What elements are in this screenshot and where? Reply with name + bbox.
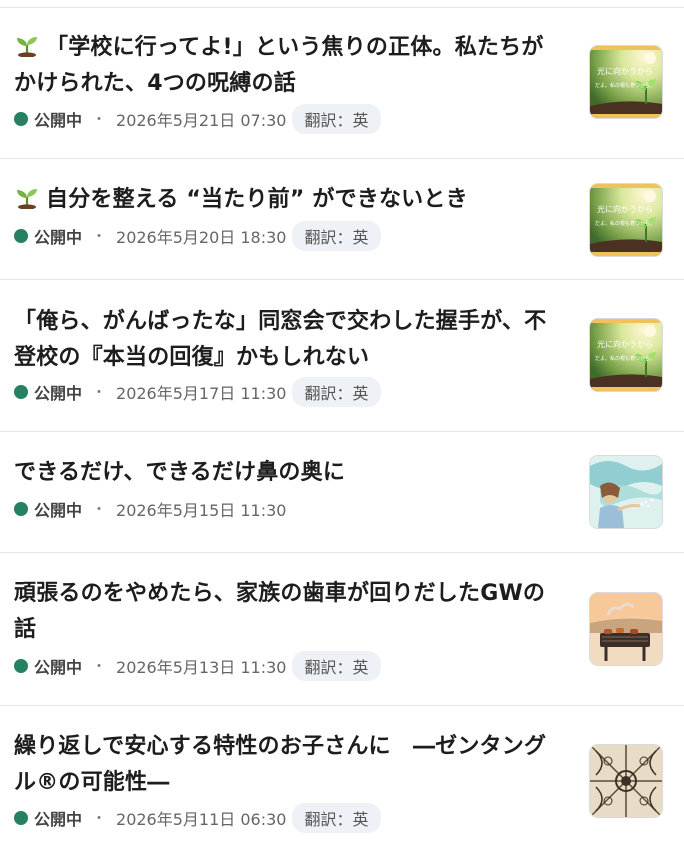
top-divider xyxy=(0,7,684,8)
publish-date: 2026年5月20日 18:30 xyxy=(116,228,287,247)
item-divider xyxy=(0,279,684,280)
article-title-text[interactable]: 自分を整える “当たり前” ができないとき xyxy=(46,187,468,212)
sprout-icon xyxy=(14,35,40,57)
status-label: 公開中 xyxy=(34,228,83,247)
thumbnail-caption-sub: だよ。私の根も育つから。 xyxy=(595,82,655,89)
thumbnail-caption-sub: だよ。私の根も育つから。 xyxy=(595,220,655,227)
article-title[interactable]: 自分を整える “当たり前” ができないとき xyxy=(14,182,562,218)
publish-date: 2026年5月17日 11:30 xyxy=(116,384,287,403)
article-title-text[interactable]: 繰り返しで安心する特性のお子さんに ―ゼンタングル®の可能性― xyxy=(14,734,546,795)
status-dot-icon xyxy=(14,112,28,126)
translation-badge: 翻訳：英 xyxy=(292,104,381,134)
article-meta: 公開中 ・ 2026年5月21日 07:30 翻訳：英 xyxy=(14,104,381,134)
thumbnail-caption-sub: だよ。私の根も育つから。 xyxy=(595,355,655,362)
sprout-icon xyxy=(14,187,40,209)
status-label: 公開中 xyxy=(34,384,83,403)
sprout-sunlight-thumbnail[interactable]: 光に向かうから だよ。私の根も育つから。 xyxy=(589,45,663,119)
meta-separator: ・ xyxy=(92,385,107,401)
translation-badge: 翻訳：英 xyxy=(292,377,381,407)
woman-breathing-waves-thumbnail[interactable] xyxy=(589,455,663,529)
article-title[interactable]: 頑張るのをやめたら、家族の歯車が回りだしたGWの話 xyxy=(14,576,562,648)
article-title-text[interactable]: 「俺ら、がんばったな」同窓会で交わした握手が、不登校の『本当の回復』かもしれない xyxy=(14,309,546,370)
publish-date: 2026年5月15日 11:30 xyxy=(116,501,287,520)
meta-separator: ・ xyxy=(92,112,107,128)
translation-badge: 翻訳：英 xyxy=(292,803,381,833)
article-meta: 公開中 ・ 2026年5月13日 11:30 翻訳：英 xyxy=(14,651,381,681)
article-meta: 公開中 ・ 2026年5月15日 11:30 xyxy=(14,496,286,522)
publish-date: 2026年5月13日 11:30 xyxy=(116,658,287,677)
status-label: 公開中 xyxy=(34,111,83,130)
item-divider xyxy=(0,552,684,553)
sprout-sunlight-thumbnail[interactable]: 光に向かうから だよ。私の根も育つから。 xyxy=(589,318,663,392)
article-title-text[interactable]: できるだけ、できるだけ鼻の奥に xyxy=(14,460,345,485)
article-title-text[interactable]: 頑張るのをやめたら、家族の歯車が回りだしたGWの話 xyxy=(14,581,545,642)
translation-badge: 翻訳：英 xyxy=(292,651,381,681)
status-dot-icon xyxy=(14,229,28,243)
meta-separator: ・ xyxy=(92,502,107,518)
thumbnail-caption: 光に向かうから xyxy=(597,339,653,349)
status-label: 公開中 xyxy=(34,658,83,677)
article-meta: 公開中 ・ 2026年5月11日 06:30 翻訳：英 xyxy=(14,803,381,833)
thumbnail-caption: 光に向かうから xyxy=(597,66,653,76)
article-title[interactable]: できるだけ、できるだけ鼻の奥に xyxy=(14,455,562,491)
translation-badge: 翻訳：英 xyxy=(292,221,381,251)
article-title[interactable]: 「俺ら、がんばったな」同窓会で交わした握手が、不登校の『本当の回復』かもしれない xyxy=(14,304,562,376)
item-divider xyxy=(0,431,684,432)
status-dot-icon xyxy=(14,811,28,825)
sprout-sunlight-thumbnail[interactable]: 光に向かうから だよ。私の根も育つから。 xyxy=(589,183,663,257)
article-title[interactable]: 「学校に行ってよ!」という焦りの正体。私たちがかけられた、4つの呪縛の話 xyxy=(14,30,562,102)
meta-separator: ・ xyxy=(92,229,107,245)
bbq-grill-thumbnail[interactable] xyxy=(589,592,663,666)
status-dot-icon xyxy=(14,385,28,399)
article-meta: 公開中 ・ 2026年5月17日 11:30 翻訳：英 xyxy=(14,377,381,407)
status-dot-icon xyxy=(14,659,28,673)
meta-separator: ・ xyxy=(92,659,107,675)
publish-date: 2026年5月11日 06:30 xyxy=(116,810,287,829)
status-dot-icon xyxy=(14,502,28,516)
thumbnail-caption: 光に向かうから xyxy=(597,204,653,214)
zentangle-pattern-thumbnail[interactable] xyxy=(589,744,663,818)
article-title[interactable]: 繰り返しで安心する特性のお子さんに ―ゼンタングル®の可能性― xyxy=(14,729,562,801)
publish-date: 2026年5月21日 07:30 xyxy=(116,111,287,130)
item-divider xyxy=(0,705,684,706)
item-divider xyxy=(0,158,684,159)
article-title-text[interactable]: 「学校に行ってよ!」という焦りの正体。私たちがかけられた、4つの呪縛の話 xyxy=(14,35,544,96)
article-meta: 公開中 ・ 2026年5月20日 18:30 翻訳：英 xyxy=(14,221,381,251)
meta-separator: ・ xyxy=(92,811,107,827)
status-label: 公開中 xyxy=(34,810,83,829)
status-label: 公開中 xyxy=(34,501,83,520)
